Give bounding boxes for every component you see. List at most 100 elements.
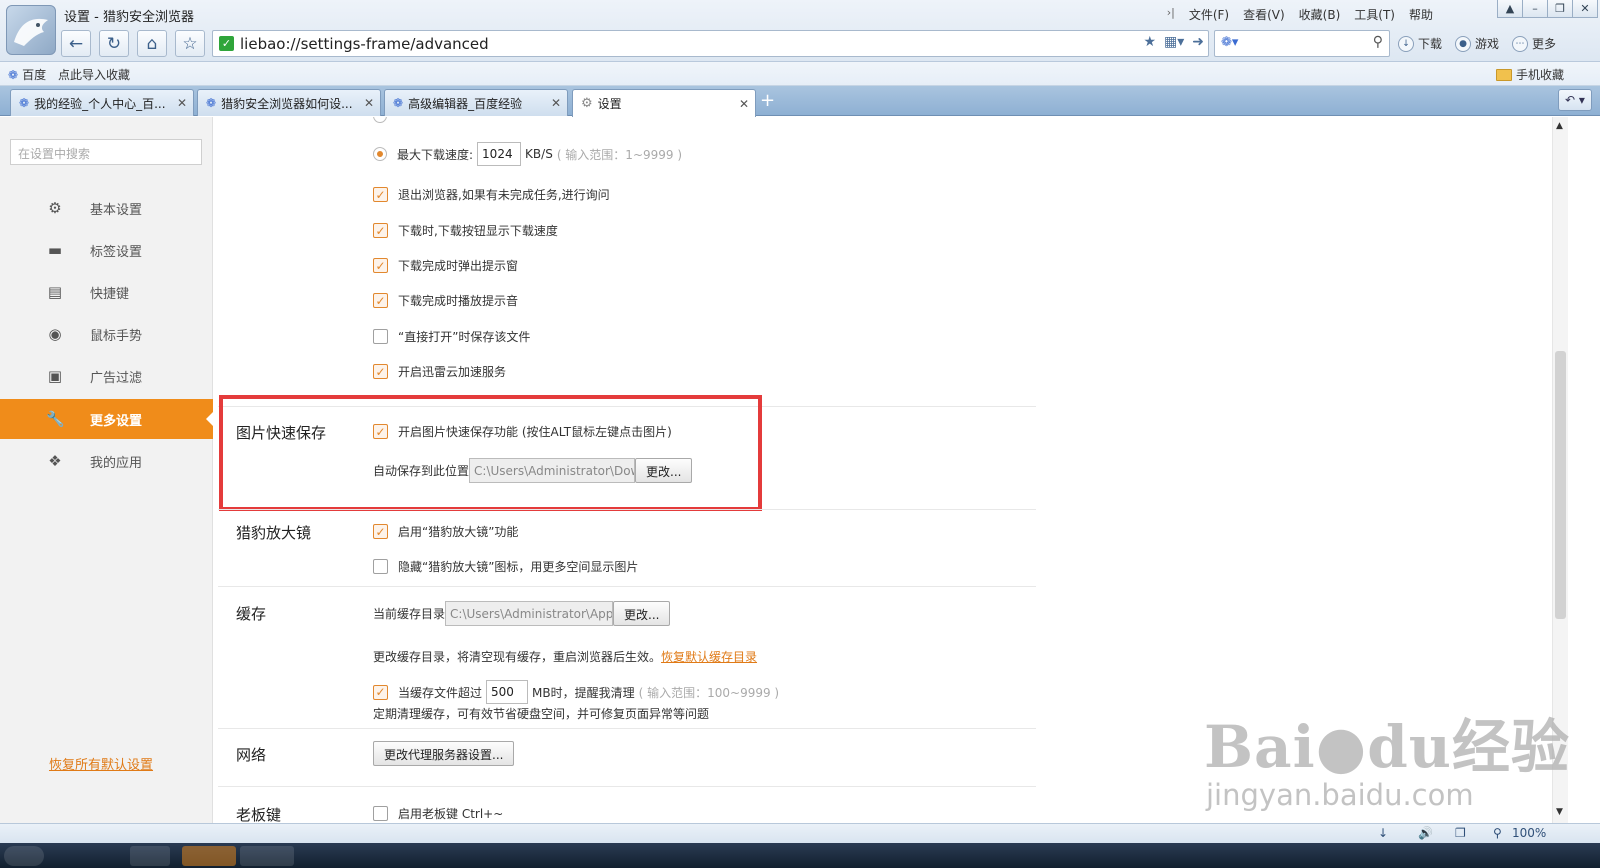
download-status-icon[interactable]: ↓ [1378, 826, 1388, 840]
bookmark-mobile[interactable]: 手机收藏 [1496, 66, 1564, 83]
new-tab-button[interactable]: + [760, 90, 775, 111]
address-url[interactable]: liebao://settings-frame/advanced [240, 35, 489, 53]
change-cache-dir-button[interactable]: 更改... [613, 601, 671, 626]
cache-limit-hint: ( 输入范围：100~9999 ) [638, 685, 780, 700]
download-option-row[interactable]: 退出浏览器,如果有未完成任务,进行询问 [373, 186, 610, 203]
checkbox[interactable] [373, 223, 388, 238]
sidebar-item-my-apps[interactable]: ❖ 我的应用 [0, 441, 213, 481]
games-button[interactable]: ● 游戏 [1455, 35, 1499, 52]
cache-dir-field[interactable]: C:\Users\Administrator\AppD [445, 601, 614, 626]
section-title-network: 网络 [236, 746, 267, 764]
menu-view[interactable]: 查看(V) [1236, 6, 1292, 23]
checkbox[interactable] [373, 364, 388, 379]
sidebar-item-more-settings[interactable]: 🔧 更多设置 [0, 399, 214, 439]
taskbar-app[interactable] [240, 846, 294, 866]
refresh-icon: ↻ [106, 33, 122, 54]
menu-collapse-arrow[interactable]: ›| [1160, 6, 1182, 23]
skin-icon[interactable]: ▲ [1497, 0, 1523, 18]
refresh-button[interactable]: ↻ [99, 30, 129, 57]
paw-icon: ❁ [206, 96, 217, 110]
unlimited-speed-option[interactable] [373, 117, 397, 123]
tab-liebao-howto[interactable]: ❁ 猎豹安全浏览器如何设... ✕ [197, 89, 381, 116]
speed-unlimited-radio[interactable] [373, 117, 387, 123]
checkbox[interactable] [373, 329, 388, 344]
scroll-down-icon[interactable]: ▼ [1556, 807, 1563, 817]
sidebar-item-adblock[interactable]: ▣ 广告过滤 [0, 356, 213, 396]
qr-code-icon[interactable]: ▦▾ [1164, 34, 1184, 50]
cache-limit-input[interactable]: 500 [486, 680, 529, 704]
search-box[interactable]: ❁▾ ⚲ [1214, 30, 1390, 57]
menu-file[interactable]: 文件(F) [1182, 6, 1236, 23]
menu-help[interactable]: 帮助 [1402, 6, 1440, 23]
volume-icon[interactable]: 🔊 [1418, 826, 1433, 840]
minimize-button[interactable]: – [1522, 0, 1548, 18]
scroll-up-icon[interactable]: ▲ [1556, 121, 1563, 131]
boss-key-row[interactable]: 启用老板键 Ctrl+~ [373, 805, 503, 822]
baidu-paw-icon[interactable]: ❁▾ [1221, 35, 1238, 50]
max-speed-input[interactable]: 1024 [477, 142, 522, 166]
cache-limit-suffix: MB时，提醒我清理 [532, 685, 635, 700]
mouse-icon: ◉ [48, 325, 62, 343]
zoom-level[interactable]: 100% [1512, 826, 1546, 840]
menu-tools[interactable]: 工具(T) [1347, 6, 1402, 23]
window-title: 设置 - 猎豹安全浏览器 [64, 10, 194, 25]
speed-limit-radio[interactable] [373, 147, 387, 161]
games-label: 游戏 [1475, 37, 1500, 51]
reset-all-defaults-link[interactable]: 恢复所有默认设置 [49, 754, 153, 773]
zoom-icon[interactable]: ⚲ [1493, 826, 1502, 840]
checkbox[interactable] [373, 524, 388, 539]
taskbar-app[interactable] [130, 846, 170, 866]
checkbox[interactable] [373, 258, 388, 273]
download-option-row[interactable]: “直接打开”时保存该文件 [373, 328, 530, 345]
option-label: 开启迅雷云加速服务 [398, 365, 507, 379]
restore-button[interactable]: ❐ [1547, 0, 1573, 18]
bookmark-star-button[interactable]: ☆ [175, 30, 205, 57]
close-window-button[interactable]: ✕ [1572, 0, 1598, 18]
option-label: 启用老板键 Ctrl+~ [398, 807, 504, 821]
gear-icon: ⚙ [581, 96, 593, 111]
plus-icon: + [760, 90, 776, 111]
tab-settings[interactable]: ⚙ 设置 ✕ [572, 89, 756, 117]
tab-advanced-editor[interactable]: ❁ 高级编辑器_百度经验 ✕ [384, 89, 568, 116]
download-option-row[interactable]: 开启迅雷云加速服务 [373, 363, 506, 380]
sidebar-item-basic[interactable]: ⚙ 基本设置 [0, 188, 213, 228]
checkbox[interactable] [373, 684, 388, 700]
search-icon[interactable]: ⚲ [1373, 34, 1383, 50]
restore-cache-dir-link[interactable]: 恢复默认缓存目录 [661, 648, 757, 665]
checkbox[interactable] [373, 187, 388, 202]
close-icon[interactable]: ✕ [739, 97, 749, 111]
checkbox[interactable] [373, 559, 388, 574]
back-button[interactable]: ← [61, 30, 91, 57]
bookmark-import[interactable]: 点此导入收藏 [58, 66, 130, 83]
sidebar-item-tabs[interactable]: ▬ 标签设置 [0, 230, 213, 270]
go-arrow-icon[interactable]: ➜ [1192, 34, 1204, 50]
download-option-row[interactable]: 下载完成时播放提示音 [373, 292, 518, 309]
address-bar[interactable]: ✓ liebao://settings-frame/advanced ★ ▦▾ … [212, 30, 1209, 57]
bookmark-baidu[interactable]: ❁ 百度 [8, 66, 46, 83]
favorite-star-icon[interactable]: ★ [1143, 34, 1156, 50]
cache-limit-note: 定期清理缓存，可有效节省硬盘空间，并可修复页面异常等问题 [373, 707, 710, 721]
close-icon[interactable]: ✕ [551, 96, 561, 110]
download-option-row[interactable]: 下载时,下载按钮显示下载速度 [373, 222, 558, 239]
download-button[interactable]: ↓ 下载 [1398, 35, 1442, 52]
tab-experience-center[interactable]: ❁ 我的经验_个人中心_百... ✕ [10, 89, 194, 116]
window-mode-icon[interactable]: ❐ [1455, 826, 1466, 840]
restore-closed-tab-button[interactable]: ↶ ▾ [1558, 89, 1592, 111]
checkbox[interactable] [373, 806, 388, 821]
sidebar-item-mouse-gestures[interactable]: ◉ 鼠标手势 [0, 314, 213, 354]
scrollbar-thumb[interactable] [1555, 351, 1566, 619]
taskbar-app[interactable] [182, 846, 236, 866]
sidebar-item-shortcuts[interactable]: ▤ 快捷键 [0, 272, 213, 312]
settings-search-input[interactable]: 在设置中搜索 [10, 139, 202, 165]
magnifier-option-row[interactable]: 启用“猎豹放大镜”功能 [373, 523, 518, 540]
close-icon[interactable]: ✕ [364, 96, 374, 110]
close-icon[interactable]: ✕ [177, 96, 187, 110]
checkbox[interactable] [373, 293, 388, 308]
more-button[interactable]: ⋯ 更多 [1512, 35, 1556, 52]
menu-favorites[interactable]: 收藏(B) [1292, 6, 1348, 23]
start-button[interactable] [4, 846, 44, 866]
proxy-settings-button[interactable]: 更改代理服务器设置... [373, 741, 515, 766]
magnifier-option-row[interactable]: 隐藏“猎豹放大镜”图标，用更多空间显示图片 [373, 558, 638, 575]
home-button[interactable]: ⌂ [137, 30, 167, 57]
download-option-row[interactable]: 下载完成时弹出提示窗 [373, 257, 518, 274]
